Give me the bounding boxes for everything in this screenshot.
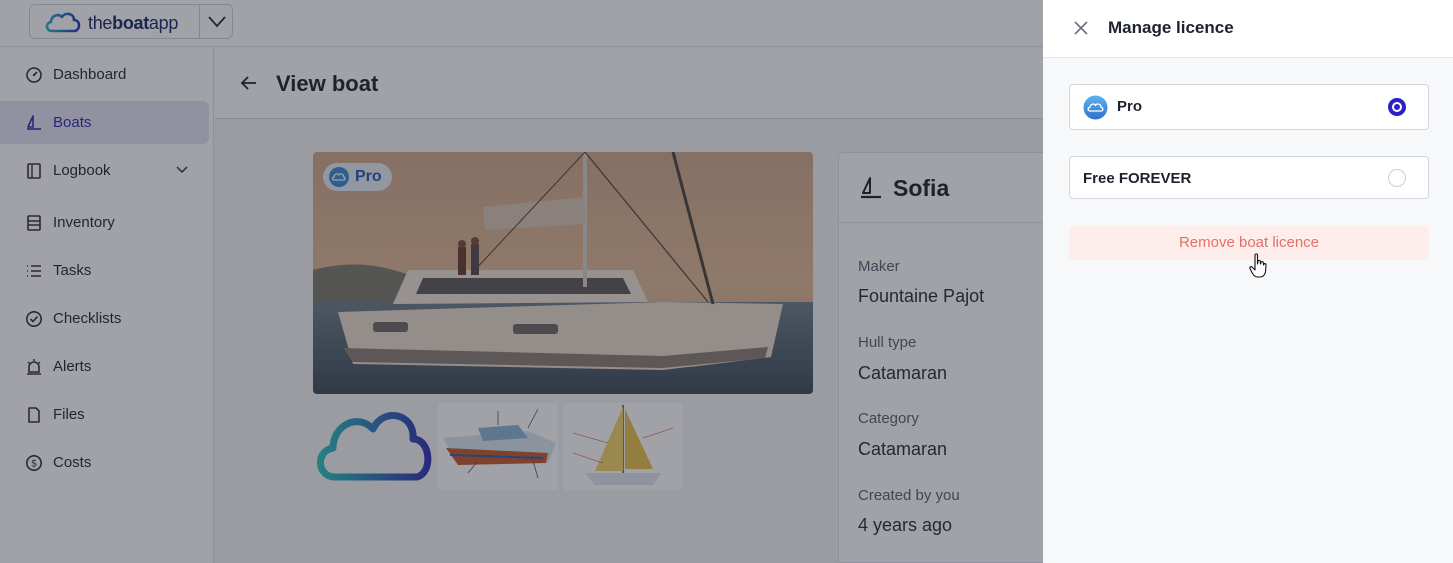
drawer-header: Manage licence (1043, 0, 1453, 58)
modal-backdrop[interactable] (0, 0, 1043, 563)
licence-option-label: Free FOREVER (1083, 170, 1192, 187)
close-icon[interactable] (1072, 19, 1090, 37)
drawer-title: Manage licence (1108, 18, 1234, 37)
cloud-icon (1083, 95, 1108, 120)
radio-unselected[interactable] (1388, 169, 1406, 187)
licence-option-free[interactable]: Free FOREVER (1069, 156, 1429, 199)
licence-option-label: Pro (1117, 98, 1143, 115)
hand-cursor-icon (1249, 253, 1267, 278)
radio-selected[interactable] (1388, 98, 1406, 116)
licence-option-pro[interactable]: Pro (1069, 84, 1429, 130)
manage-licence-drawer: Manage licence Pro Free FOREVER Remove b… (1043, 0, 1453, 563)
